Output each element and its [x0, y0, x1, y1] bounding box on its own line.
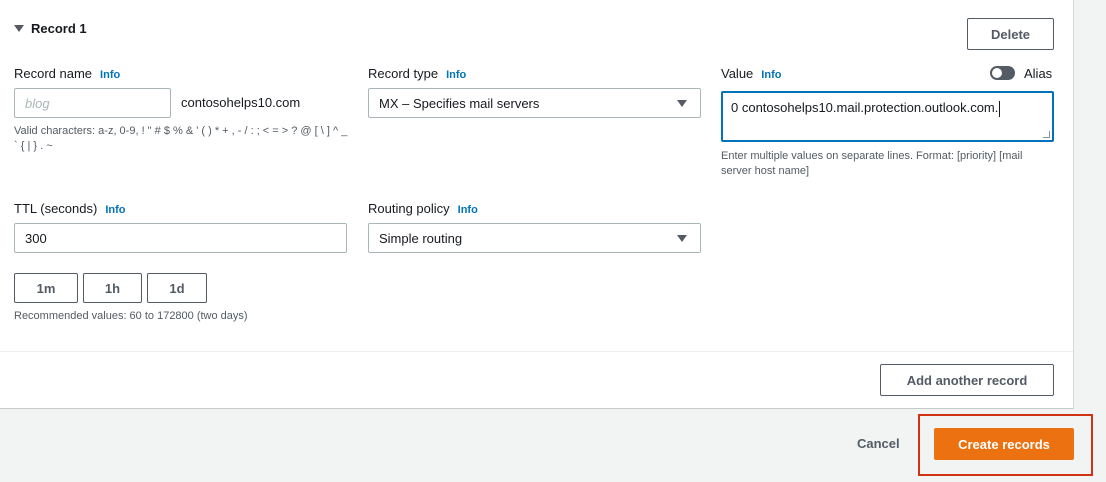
ttl-preset-1m-button[interactable]: 1m: [14, 273, 78, 303]
alias-toggle[interactable]: [990, 66, 1015, 80]
value-hint: Enter multiple values on separate lines.…: [721, 150, 1023, 177]
section-divider: [0, 351, 1073, 352]
text-cursor: [999, 100, 1001, 117]
record-name-hint: Valid characters: a-z, 0-9, ! " # $ % & …: [14, 125, 348, 152]
ttl-info-link[interactable]: Info: [105, 204, 125, 216]
caret-down-icon: [14, 25, 24, 32]
record-name-placeholder: blog: [25, 95, 50, 111]
record-name-domain-suffix: contosohelps10.com: [181, 95, 301, 110]
value-info-link[interactable]: Info: [761, 69, 781, 81]
record-type-label: Record type Info: [368, 66, 467, 81]
toggle-knob: [992, 68, 1002, 78]
value-label: Value Info: [721, 66, 782, 81]
delete-button[interactable]: Delete: [967, 18, 1054, 50]
record-type-info-link[interactable]: Info: [446, 69, 466, 81]
ttl-value: 300: [25, 230, 47, 246]
cancel-button[interactable]: Cancel: [857, 436, 900, 451]
record-name-label: Record name Info: [14, 66, 121, 81]
record-header[interactable]: Record 1: [14, 21, 87, 36]
add-another-record-button[interactable]: Add another record: [880, 364, 1054, 396]
chevron-down-icon: [677, 235, 687, 242]
routing-policy-selected: Simple routing: [379, 230, 463, 246]
ttl-preset-1d-button[interactable]: 1d: [147, 273, 207, 303]
ttl-label: TTL (seconds) Info: [14, 201, 126, 216]
record-type-selected: MX – Specifies mail servers: [379, 95, 540, 111]
chevron-down-icon: [677, 100, 687, 107]
record-card: Record 1 Delete Record name Info blog con…: [0, 0, 1074, 409]
value-text: 0 contosohelps10.mail.protection.outlook…: [731, 100, 999, 115]
record-name-info-link[interactable]: Info: [100, 69, 120, 81]
alias-label: Alias: [1024, 66, 1053, 81]
routing-policy-info-link[interactable]: Info: [458, 204, 478, 216]
create-records-button[interactable]: Create records: [934, 428, 1074, 460]
value-textarea[interactable]: 0 contosohelps10.mail.protection.outlook…: [721, 91, 1054, 142]
record-type-select[interactable]: MX – Specifies mail servers: [368, 88, 701, 118]
routing-policy-label: Routing policy Info: [368, 201, 478, 216]
ttl-hint: Recommended values: 60 to 172800 (two da…: [14, 310, 248, 322]
ttl-preset-1h-button[interactable]: 1h: [83, 273, 142, 303]
record-name-input[interactable]: blog: [14, 88, 171, 118]
resize-handle-icon[interactable]: [1043, 131, 1050, 138]
record-title: Record 1: [31, 21, 87, 36]
routing-policy-select[interactable]: Simple routing: [368, 223, 701, 253]
ttl-input[interactable]: 300: [14, 223, 347, 253]
